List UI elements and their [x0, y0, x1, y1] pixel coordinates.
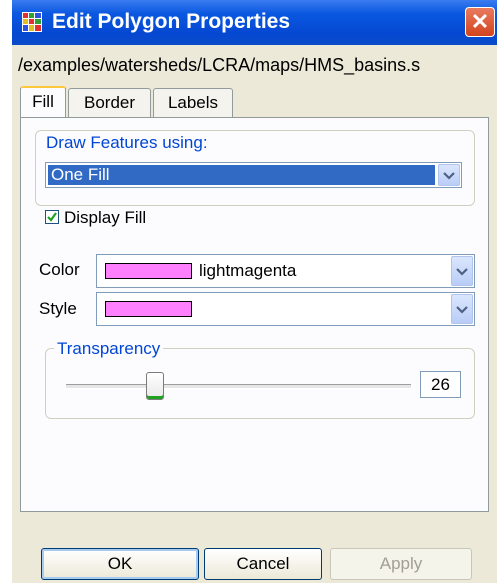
ok-button[interactable]: OK [41, 548, 199, 580]
display-fill-checkbox[interactable] [45, 210, 59, 224]
draw-features-select[interactable]: One Fill [45, 162, 462, 188]
cancel-button[interactable]: Cancel [204, 548, 322, 580]
chevron-down-icon [456, 268, 468, 276]
dropdown-arrow-button[interactable] [451, 256, 473, 286]
close-icon: ✕ [470, 9, 490, 34]
color-swatch [105, 263, 192, 279]
chevron-down-icon [456, 306, 468, 314]
layer-path: /examples/watersheds/LCRA/maps/HMS_basin… [18, 55, 421, 75]
tab-border[interactable]: Border [68, 88, 151, 117]
color-value: lightmagenta [199, 261, 297, 280]
app-icon [22, 12, 42, 32]
draw-features-legend: Draw Features using: [43, 133, 211, 153]
dialog-window: Edit Polygon Properties ✕ /examples/wate… [12, 0, 497, 583]
dialog-title: Edit Polygon Properties [52, 10, 291, 33]
style-label: Style [39, 299, 77, 318]
apply-button[interactable]: Apply [330, 548, 472, 580]
dropdown-arrow-button[interactable] [438, 164, 460, 186]
dropdown-arrow-button[interactable] [451, 294, 473, 324]
color-label: Color [39, 260, 80, 279]
tab-fill[interactable]: Fill [20, 86, 66, 117]
style-select[interactable] [96, 292, 475, 326]
transparency-value-field[interactable]: 26 [420, 371, 461, 398]
title-bar[interactable]: Edit Polygon Properties ✕ [12, 0, 497, 45]
draw-features-value: One Fill [51, 165, 110, 184]
transparency-slider-thumb[interactable] [146, 372, 164, 400]
style-swatch [105, 301, 192, 317]
fill-tab-panel: Draw Features using: One Fill Display Fi… [20, 117, 489, 512]
chevron-down-icon [443, 172, 455, 180]
checkmark-icon [47, 212, 57, 222]
color-select[interactable]: lightmagenta [96, 254, 475, 288]
display-fill-label: Display Fill [64, 208, 147, 227]
transparency-slider-track[interactable] [66, 384, 411, 389]
close-button[interactable]: ✕ [465, 7, 495, 37]
transparency-legend: Transparency [54, 339, 164, 359]
tab-labels[interactable]: Labels [153, 88, 233, 117]
